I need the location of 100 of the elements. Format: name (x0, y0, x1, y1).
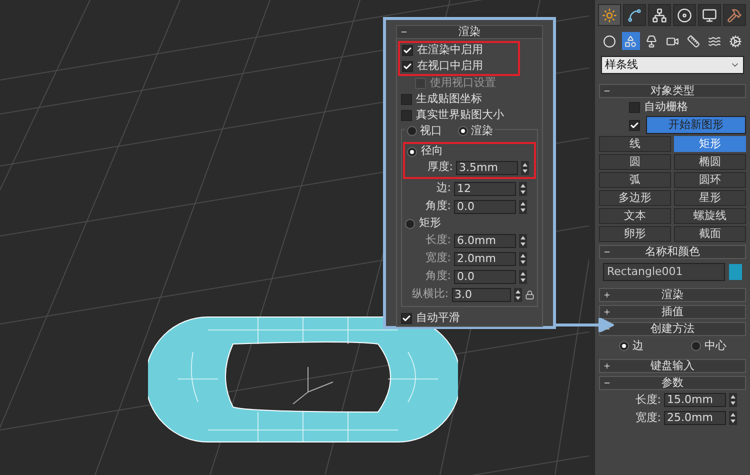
rollout-header[interactable]: 创建方法 (599, 322, 746, 336)
spinner-icon[interactable] (519, 270, 527, 284)
radio-label: 渲染 (471, 123, 493, 139)
checkbox-label: 使用视口设置 (430, 75, 496, 92)
radio-button[interactable] (407, 146, 417, 156)
shape-button[interactable]: 螺旋线 (674, 208, 746, 224)
radio-label: 径向 (421, 143, 443, 160)
shape-button[interactable]: 多边形 (599, 190, 671, 206)
checkbox-label: 在视口中启用 (417, 58, 483, 74)
input-field[interactable]: 6.0mm (454, 234, 516, 248)
create-star-tab[interactable] (598, 4, 621, 26)
disc-tab[interactable] (673, 4, 696, 26)
shapes-icon (624, 34, 638, 48)
lock-icon[interactable] (524, 290, 534, 300)
radio-label: 矩形 (419, 215, 441, 232)
disc-icon (677, 8, 692, 22)
camera-icon (666, 34, 679, 48)
radio-label: 视口 (420, 123, 442, 139)
checkbox-label: 真实世界贴图大小 (416, 107, 504, 124)
radio-button[interactable] (458, 126, 468, 136)
radio-label: 边 (632, 338, 644, 354)
input-field[interactable]: 3.0 (452, 288, 511, 302)
radio-button[interactable] (407, 126, 417, 136)
radio-button[interactable] (618, 341, 628, 351)
hammer-tab[interactable] (723, 4, 746, 26)
rollout-header[interactable]: 渲染 (396, 25, 543, 39)
shape-button[interactable]: 椭圆 (674, 154, 746, 170)
expand-icon[interactable] (603, 308, 611, 316)
shape-button[interactable]: 圆环 (674, 172, 746, 188)
field-label: 长度: (424, 232, 451, 248)
spinner-icon[interactable] (729, 411, 737, 425)
shape-button[interactable]: 弧 (599, 172, 671, 188)
shapes-category-button[interactable] (622, 32, 640, 50)
waves-icon (708, 34, 721, 48)
checkbox-label: 生成贴图坐标 (416, 91, 482, 108)
hierarchy-icon (652, 8, 667, 22)
checkbox-label: 自动平滑 (416, 310, 460, 326)
sphere-icon (603, 34, 616, 48)
shape-button[interactable]: 星形 (674, 190, 746, 206)
shape-button[interactable]: 线 (599, 136, 671, 152)
field-label: 宽度: (634, 410, 661, 426)
field-label: 角度: (424, 198, 451, 214)
hammer-icon (727, 8, 742, 22)
input-field[interactable]: 25.0mm (664, 411, 726, 425)
checkbox-label: 自动栅格 (644, 98, 688, 115)
checkbox[interactable] (401, 94, 412, 105)
create-star-icon (602, 8, 617, 22)
rollout-header[interactable]: 插值 (599, 305, 746, 319)
spline-dropdown[interactable]: 样条线 (601, 56, 744, 74)
rollout-header[interactable]: 参数 (599, 376, 746, 390)
input-field[interactable]: 0.0 (454, 200, 516, 214)
field-label: 角度: (424, 268, 451, 284)
rollout-header[interactable]: 键盘输入 (599, 359, 746, 373)
checkbox[interactable] (401, 110, 412, 121)
field-label: 厚度: (426, 159, 453, 176)
rollout-header[interactable]: 名称和颜色 (599, 245, 746, 259)
ruler-icon (686, 34, 700, 48)
checkbox[interactable] (629, 120, 640, 130)
field-label: 长度: (634, 392, 661, 408)
input-field[interactable]: 0.0 (454, 270, 516, 284)
rollout-header[interactable]: 对象类型 (599, 84, 746, 98)
checkbox[interactable] (401, 313, 412, 324)
expand-icon[interactable] (603, 362, 611, 370)
shape-button[interactable]: 截面 (674, 226, 746, 242)
lamp-icon (645, 34, 658, 48)
field-label: 纵横比: (410, 286, 449, 302)
checkbox[interactable] (402, 61, 413, 72)
input-field[interactable]: 2.0mm (454, 252, 516, 266)
spinner-icon[interactable] (519, 182, 527, 196)
shape-button[interactable]: 圆 (599, 154, 671, 170)
color-swatch[interactable] (729, 264, 742, 280)
spinner-icon[interactable] (729, 393, 737, 407)
expand-icon[interactable] (603, 291, 611, 299)
radio-label: 中心 (704, 338, 726, 354)
checkbox[interactable] (402, 45, 413, 56)
start-new-shape-button[interactable]: 开始新图形 (646, 116, 746, 134)
spinner-icon[interactable] (519, 252, 527, 266)
name-field[interactable]: Rectangle001 (603, 263, 725, 281)
shape-button[interactable]: 卵形 (599, 226, 671, 242)
hierarchy-tab[interactable] (648, 4, 671, 26)
checkbox-label: 在渲染中启用 (417, 42, 483, 58)
checkbox[interactable] (629, 102, 640, 112)
input-field[interactable]: 12 (454, 182, 516, 196)
spinner-icon[interactable] (521, 160, 529, 174)
input-field[interactable]: 15.0mm (664, 393, 726, 407)
monitor-tab[interactable] (698, 4, 721, 26)
spinner-icon[interactable] (514, 288, 522, 302)
shape-button[interactable]: 文本 (599, 208, 671, 224)
rollout-header[interactable]: 渲染 (599, 288, 746, 302)
shape-button[interactable]: 矩形 (674, 136, 746, 152)
gear-icon (728, 34, 742, 48)
spinner-icon[interactable] (519, 234, 527, 248)
radio-button[interactable] (690, 341, 700, 351)
spinner-icon[interactable] (519, 200, 527, 214)
monitor-icon (702, 8, 717, 22)
radio-button[interactable] (405, 218, 415, 228)
curve-tab[interactable] (623, 4, 646, 26)
curve-icon (627, 8, 642, 22)
input-field[interactable]: 3.5mm (456, 160, 518, 174)
field-label: 宽度: (424, 250, 451, 266)
